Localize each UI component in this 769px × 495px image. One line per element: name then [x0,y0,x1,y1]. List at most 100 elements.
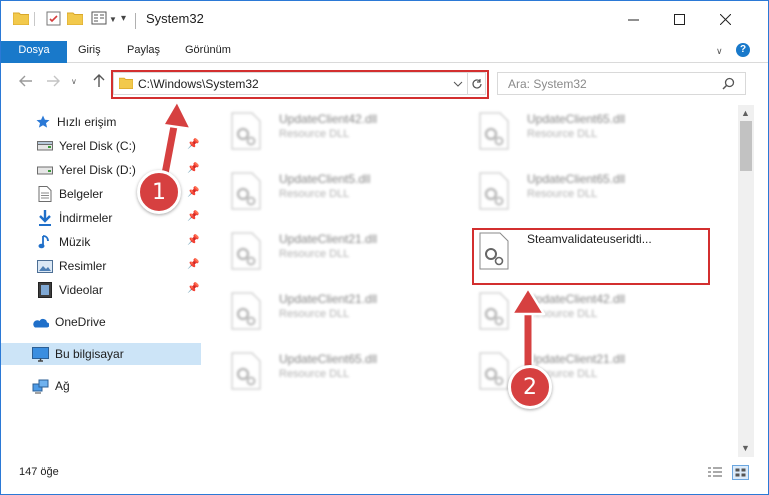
file-item[interactable]: UpdateClient21.dll Resource DLL [216,286,446,336]
window-title: System32 [146,11,204,26]
file-item[interactable]: UpdateClient65.dll Resource DLL [216,346,446,396]
download-icon [37,210,53,226]
dll-file-icon [231,352,261,390]
vertical-scrollbar[interactable]: ▲ ▼ [738,105,754,457]
pin-icon: 📌 [187,235,200,246]
quick-access-dropdown-icon[interactable]: ▾ [121,13,126,24]
file-item[interactable]: UpdateClient21.dll Resource DLL [464,346,694,396]
file-item[interactable]: UpdateClient42.dll Resource DLL [216,106,446,156]
item-count: 147 öğe [19,466,59,478]
nav-item-label: İndirmeler [59,211,113,225]
up-arrow-icon[interactable] [93,74,105,91]
nav-item-pictures[interactable]: Resimler 📌 [1,255,201,277]
documents-icon [37,186,53,202]
close-button[interactable] [702,1,748,37]
help-icon[interactable]: ? [736,43,750,57]
properties-icon[interactable] [46,11,61,26]
scrollbar-thumb[interactable] [740,121,752,171]
divider [34,12,35,26]
dll-file-icon [479,112,509,150]
ribbon-tabs: Dosya Giriş Paylaş Görünüm ∨ ? [1,37,768,63]
nav-item-music[interactable]: Müzik 📌 [1,231,201,253]
file-name: UpdateClient42.dll [279,112,378,126]
file-name: UpdateClient5.dll [279,172,371,186]
nav-item-label: Yerel Disk (C:) [59,139,136,153]
customize-icon[interactable] [91,11,107,25]
large-icons-view-icon[interactable] [732,465,749,480]
minimize-button[interactable] [610,1,656,37]
nav-item-label: Resimler [59,259,107,273]
recent-locations-icon[interactable]: ∨ [71,77,77,86]
nav-item-label: Müzik [59,235,91,249]
nav-item-label: Bu bilgisayar [55,347,124,361]
forward-arrow-icon[interactable] [46,74,60,90]
file-type: Resource DLL [527,188,598,200]
callout-arrow-two [510,286,546,372]
video-icon [37,282,53,298]
back-arrow-icon[interactable] [19,74,33,90]
file-name: UpdateClient21.dll [279,232,378,246]
divider [135,13,136,29]
pin-icon: 📌 [187,283,200,294]
file-name: UpdateClient21.dll [279,292,378,306]
file-item[interactable]: UpdateClient42.dll Resource DLL [464,286,694,336]
file-highlight-box [472,228,710,285]
callout-badge-one: 1 [137,170,181,214]
pin-icon: 📌 [187,211,200,222]
nav-item-label: Belgeler [59,187,104,201]
file-type: Resource DLL [279,128,350,140]
details-view-icon[interactable] [708,466,722,482]
search-box[interactable]: Ara: System32 [497,72,746,95]
callout-badge-two: 2 [508,365,552,409]
status-bar: 147 öğe [1,463,768,485]
file-item[interactable]: UpdateClient65.dll Resource DLL [464,166,694,216]
dll-file-icon [231,172,261,210]
dll-file-icon [479,172,509,210]
file-type: Resource DLL [279,308,350,320]
file-type: Resource DLL [279,188,350,200]
drive-icon [37,138,53,154]
explorer-window: ▼ ▾ System32 Dosya Giriş Paylaş Görünüm … [0,0,769,495]
new-folder-icon[interactable] [67,11,83,25]
tab-view[interactable]: Görünüm [185,41,231,63]
scroll-up-icon[interactable]: ▲ [741,108,750,118]
folder-icon[interactable] [13,11,29,25]
file-name: UpdateClient65.dll [527,172,626,186]
file-type: Resource DLL [279,248,350,260]
onedrive-icon [31,314,49,330]
nav-item-videos[interactable]: Videolar 📌 [1,279,201,301]
search-icon[interactable] [722,77,735,93]
music-icon [37,234,53,250]
nav-item-onedrive[interactable]: OneDrive [1,311,201,333]
chevron-down-icon[interactable]: ▼ [109,15,117,24]
dll-file-icon [231,232,261,270]
title-bar: ▼ ▾ System32 [1,1,768,37]
file-type: Resource DLL [527,128,598,140]
tab-share[interactable]: Paylaş [127,41,160,63]
pin-icon: 📌 [187,259,200,270]
file-item[interactable]: UpdateClient21.dll Resource DLL [216,226,446,276]
tab-home[interactable]: Giriş [78,41,101,63]
nav-item-label: OneDrive [55,315,106,329]
nav-item-label: Videolar [59,283,103,297]
computer-icon [31,346,49,362]
dll-file-icon [231,292,261,330]
nav-item-label: Hızlı erişim [57,115,117,129]
nav-item-label: Ağ [55,379,70,393]
star-icon [35,114,51,130]
network-icon [31,378,49,394]
file-item[interactable]: UpdateClient5.dll Resource DLL [216,166,446,216]
search-placeholder[interactable]: Ara: System32 [508,77,587,91]
tab-file[interactable]: Dosya [1,41,67,63]
scroll-down-icon[interactable]: ▼ [741,443,750,453]
file-item[interactable]: UpdateClient65.dll Resource DLL [464,106,694,156]
pictures-icon [37,258,53,274]
file-name: UpdateClient65.dll [279,352,378,366]
file-name: UpdateClient65.dll [527,112,626,126]
nav-item-this-pc[interactable]: Bu bilgisayar [1,343,201,365]
expand-ribbon-icon[interactable]: ∨ [716,46,723,57]
file-type: Resource DLL [279,368,350,380]
maximize-button[interactable] [656,1,702,37]
nav-item-network[interactable]: Ağ [1,375,201,397]
dll-file-icon [231,112,261,150]
